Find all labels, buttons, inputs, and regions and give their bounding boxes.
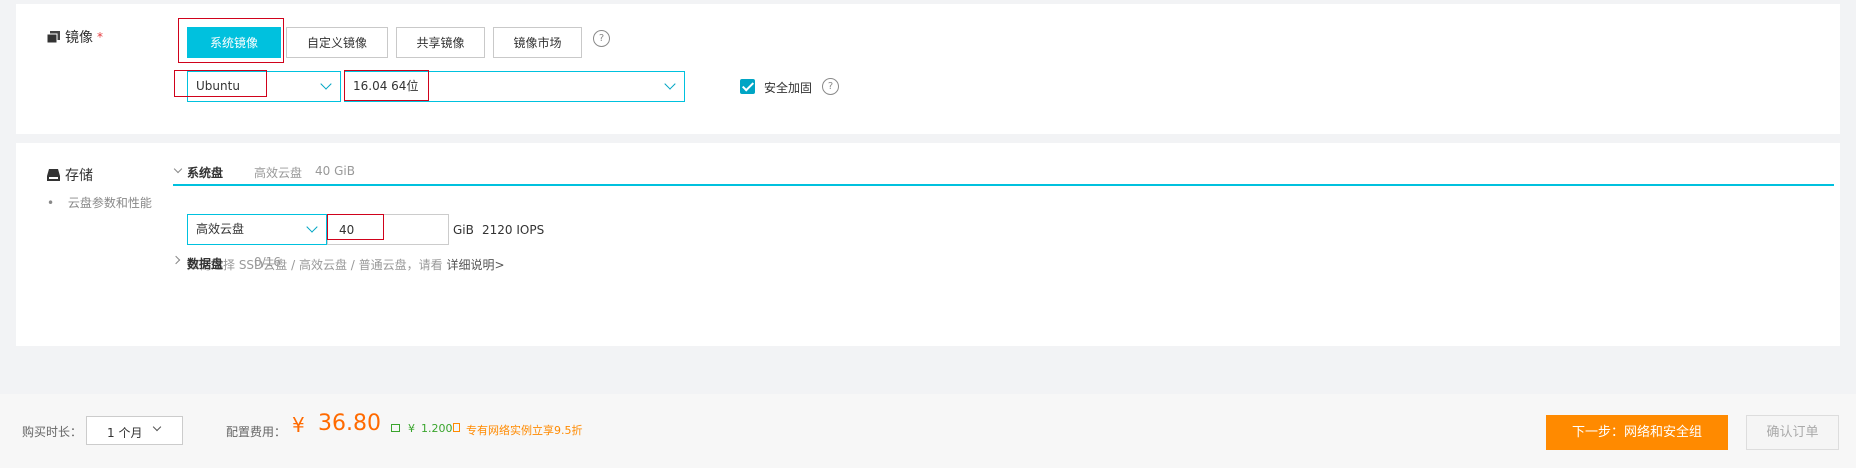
confirm-order-button[interactable]: 确认订单 bbox=[1746, 415, 1839, 450]
price-value: 36.80 bbox=[318, 411, 381, 436]
chevron-right-icon bbox=[171, 255, 181, 265]
chevron-down-icon bbox=[173, 164, 183, 174]
storage-sub-item: • 云盘参数和性能 bbox=[47, 194, 152, 211]
sub-bullet: • bbox=[47, 196, 55, 210]
chevron-down-icon bbox=[306, 221, 318, 233]
image-section-header: 镜像 * bbox=[47, 27, 103, 47]
disk-unit: GiB bbox=[453, 223, 474, 237]
traffic-currency: ¥ bbox=[408, 422, 415, 435]
system-disk-summary-size: 40 GiB bbox=[315, 164, 355, 178]
data-disk-count: 0/16 bbox=[254, 255, 281, 269]
promo-icon bbox=[453, 423, 460, 432]
disk-type-select[interactable]: 高效云盘 bbox=[187, 214, 327, 245]
disk-type-value: 高效云盘 bbox=[196, 222, 245, 236]
traffic-price: 1.200 bbox=[421, 422, 453, 435]
required-mark: * bbox=[97, 30, 103, 44]
duration-label: 购买时长： bbox=[22, 425, 83, 439]
storage-panel: 存储 • 云盘参数和性能 系统盘 高效云盘 40 GiB 高效云盘 40 GiB… bbox=[16, 143, 1840, 346]
fee-label: 配置费用： bbox=[226, 425, 287, 439]
disk-hint: 如何选择 SSD云盘 / 高效云盘 / 普通云盘，请看 详细说明> bbox=[187, 256, 505, 273]
os-select-value: Ubuntu bbox=[196, 79, 240, 93]
image-panel: 镜像 * 系统镜像 自定义镜像 共享镜像 镜像市场 ? Ubuntu 16.04… bbox=[16, 4, 1840, 134]
security-label: 安全加固 bbox=[764, 81, 813, 95]
disk-size-input[interactable]: 40 bbox=[327, 214, 449, 245]
version-select-value: 16.04 64位 bbox=[353, 79, 419, 93]
chevron-down-icon bbox=[664, 78, 676, 90]
system-disk-title: 系统盘 bbox=[187, 166, 224, 180]
disk-hint-link[interactable]: 详细说明> bbox=[446, 258, 504, 272]
system-disk-header[interactable]: 系统盘 高效云盘 40 GiB bbox=[173, 164, 1834, 186]
duration-select[interactable]: 1 个月 bbox=[86, 416, 183, 445]
chevron-down-icon bbox=[152, 422, 162, 432]
image-stack-icon bbox=[47, 31, 60, 43]
system-disk-summary-type: 高效云盘 bbox=[254, 166, 303, 180]
next-network-button[interactable]: 下一步：网络和安全组 bbox=[1546, 415, 1728, 450]
help-icon[interactable]: ? bbox=[593, 30, 610, 47]
storage-section-label: 存储 bbox=[65, 168, 93, 184]
tab-system-image[interactable]: 系统镜像 bbox=[187, 27, 281, 58]
help-icon[interactable]: ? bbox=[822, 78, 839, 95]
disk-iops: 2120 IOPS bbox=[482, 223, 545, 237]
image-section-label: 镜像 bbox=[65, 30, 93, 46]
storage-section-header: 存储 bbox=[47, 165, 93, 185]
storage-sub-label: 云盘参数和性能 bbox=[67, 196, 152, 210]
price-currency: ¥ bbox=[292, 413, 305, 437]
tab-shared-image[interactable]: 共享镜像 bbox=[396, 27, 485, 58]
promo-text[interactable]: 专有网络实例立享9.5折 bbox=[466, 422, 583, 438]
tab-custom-image[interactable]: 自定义镜像 bbox=[286, 27, 388, 58]
data-disk-title: 数据盘 bbox=[187, 257, 224, 271]
disk-hint-text: 如何选择 SSD云盘 / 高效云盘 / 普通云盘，请看 bbox=[187, 258, 443, 272]
duration-value: 1 个月 bbox=[107, 426, 143, 440]
order-footer: 购买时长： 1 个月 配置费用： ¥ 36.80 ¥ 1.200 专有网络实例立… bbox=[0, 394, 1856, 468]
disk-size-value: 40 bbox=[339, 223, 355, 237]
security-checkbox[interactable] bbox=[740, 79, 755, 94]
disk-icon bbox=[47, 169, 60, 181]
os-select[interactable]: Ubuntu bbox=[187, 71, 341, 102]
chevron-down-icon bbox=[320, 78, 332, 90]
tab-image-market[interactable]: 镜像市场 bbox=[493, 27, 582, 58]
traffic-icon bbox=[391, 424, 400, 432]
version-select[interactable]: 16.04 64位 bbox=[344, 71, 685, 102]
